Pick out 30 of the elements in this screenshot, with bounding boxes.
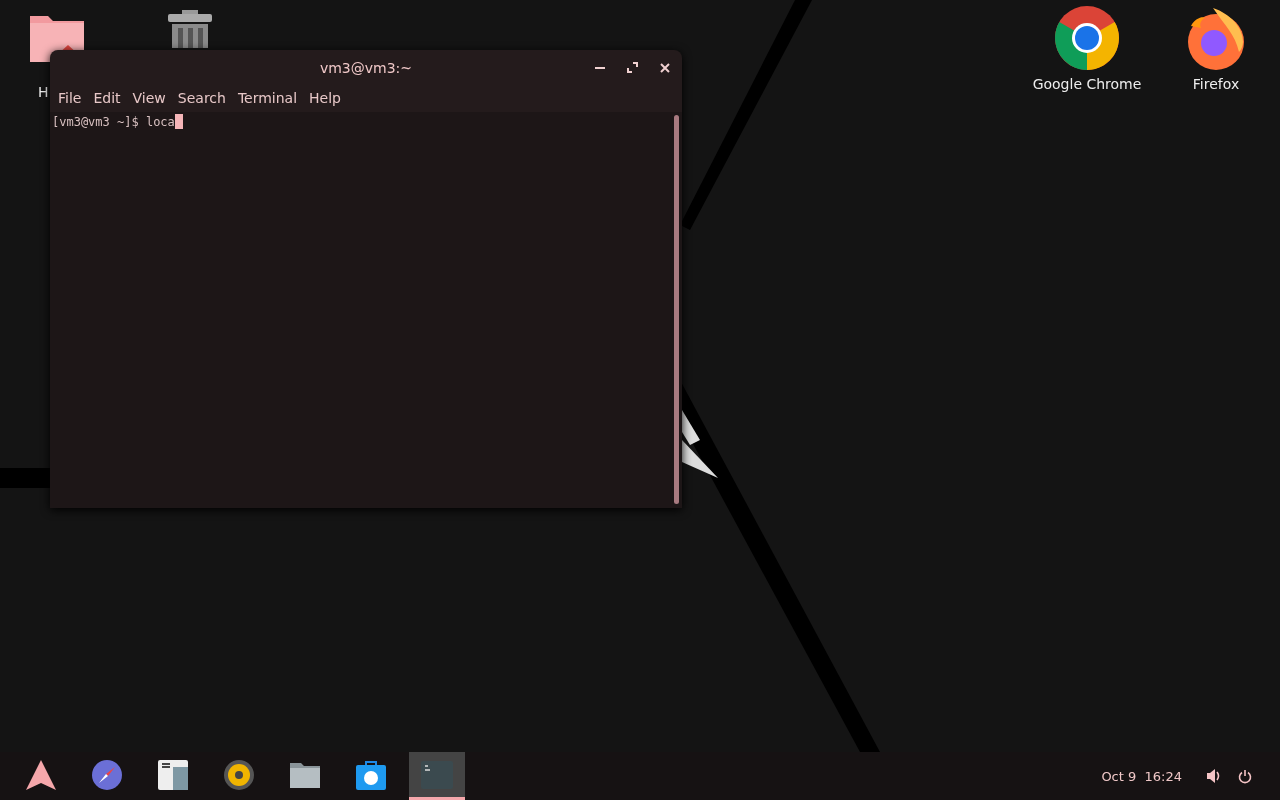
menu-item[interactable]: Search bbox=[171, 90, 232, 106]
arch-logo-icon bbox=[25, 758, 57, 791]
wallpaper-stripe bbox=[0, 468, 52, 488]
calendar-icon bbox=[157, 758, 189, 791]
clock[interactable]: Oct 9 16:24 bbox=[1101, 768, 1182, 784]
icon-label: Google Chrome bbox=[1032, 76, 1142, 92]
speaker-icon bbox=[223, 758, 255, 791]
folder-icon bbox=[289, 760, 321, 789]
command-input[interactable]: loca bbox=[145, 114, 175, 129]
menu-item[interactable]: View bbox=[126, 90, 172, 106]
compass-icon bbox=[91, 758, 123, 791]
maximize-icon[interactable] bbox=[627, 62, 638, 73]
shopping-bag-icon bbox=[355, 758, 387, 791]
wallpaper-shape bbox=[682, 410, 718, 478]
icon-label: Firefox bbox=[1192, 76, 1240, 92]
menu-item[interactable]: Terminal bbox=[231, 90, 304, 106]
power-icon[interactable] bbox=[1238, 768, 1252, 784]
menu-item[interactable]: Edit bbox=[87, 90, 127, 106]
close-icon[interactable] bbox=[660, 62, 670, 73]
volume-icon[interactable] bbox=[1206, 768, 1222, 784]
chrome-icon[interactable] bbox=[1055, 6, 1119, 70]
text-cursor bbox=[174, 114, 183, 129]
terminal-icon bbox=[421, 760, 453, 789]
terminal-prompt: [vm3@vm3 ~]$ bbox=[52, 114, 140, 129]
firefox-icon[interactable] bbox=[1185, 6, 1247, 70]
window-title: vm3@vm3:~ bbox=[319, 60, 413, 76]
scrollbar[interactable] bbox=[674, 115, 679, 504]
icon-label: H bbox=[38, 84, 49, 100]
menu-item[interactable]: File bbox=[52, 90, 88, 106]
menu-item[interactable]: Help bbox=[303, 90, 347, 106]
